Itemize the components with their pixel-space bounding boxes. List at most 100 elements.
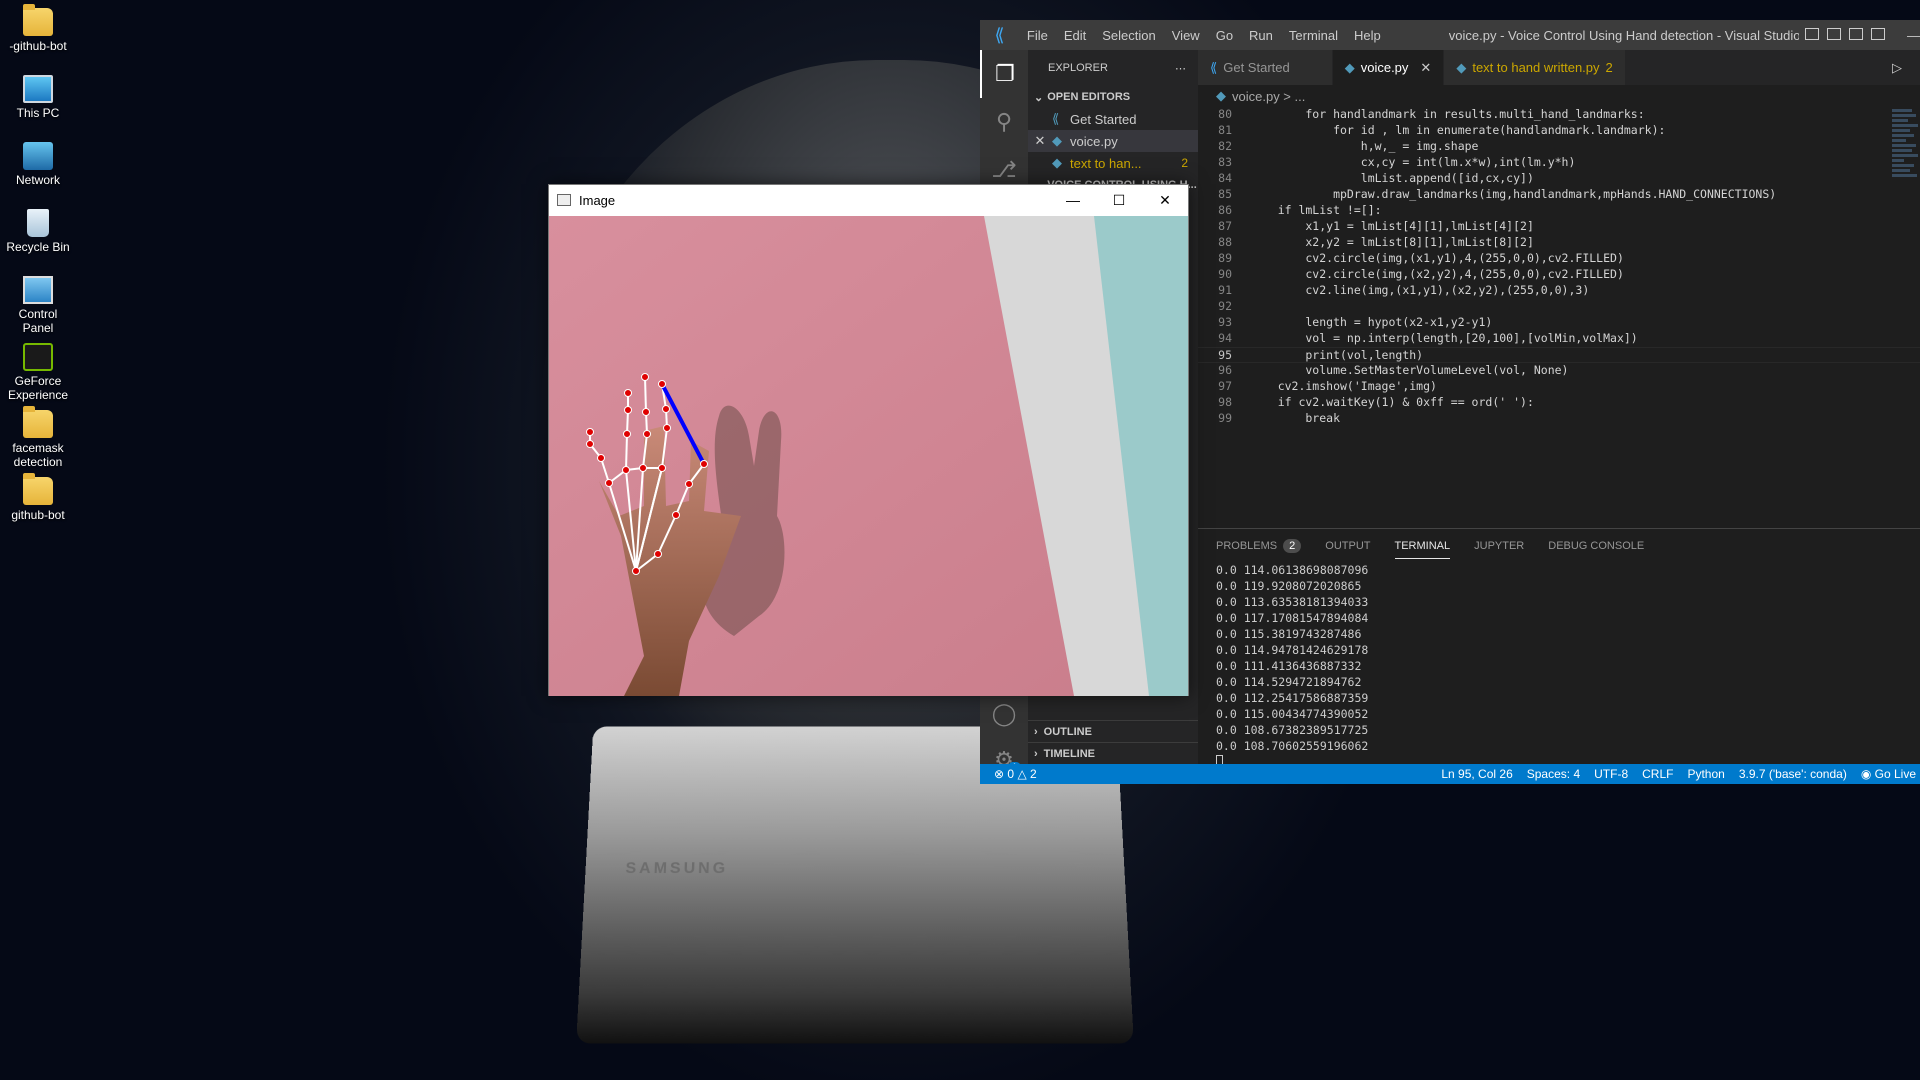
close-icon[interactable]: ✕	[1142, 192, 1188, 209]
code-line[interactable]: 94 vol = np.interp(length,[20,100],[volM…	[1198, 331, 1920, 347]
desktop-icon-github-bot[interactable]: github-bot	[2, 473, 74, 522]
code-line[interactable]: 97 cv2.imshow('Image',img)	[1198, 379, 1920, 395]
python-file-icon: ◆	[1456, 59, 1467, 75]
desktop-icon-control-panel[interactable]: Control Panel	[2, 276, 74, 335]
code-line[interactable]: 84 lmList.append([id,cx,cy])	[1198, 171, 1920, 187]
code-line[interactable]: 86 if lmList !=[]:	[1198, 203, 1920, 219]
code-line[interactable]: 80 for handlandmark in results.multi_han…	[1198, 107, 1920, 123]
desktop-icon-label: facemask detection	[12, 441, 64, 469]
menu-run[interactable]: Run	[1241, 28, 1281, 43]
hand-landmark-point	[624, 389, 632, 397]
desktop-icon-recycle-bin[interactable]: Recycle Bin	[2, 209, 74, 254]
tab-terminal[interactable]: TERMINAL	[1394, 540, 1451, 559]
python-interpreter[interactable]: 3.9.7 ('base': conda)	[1739, 767, 1847, 781]
close-icon[interactable]: ✕	[1420, 60, 1431, 76]
open-editors-section[interactable]: ⌄ OPEN EDITORS	[1028, 86, 1198, 108]
explorer-icon[interactable]: ❐	[980, 50, 1028, 98]
minimize-icon[interactable]: —	[1050, 192, 1096, 209]
toggle-panel-icon[interactable]	[1827, 27, 1841, 40]
tab-voice-py[interactable]: ◆ voice.py ✕	[1332, 50, 1445, 85]
menu-view[interactable]: View	[1164, 28, 1208, 43]
open-editor-text-to-hand[interactable]: ◆ text to han... 2	[1028, 152, 1198, 174]
more-actions-icon[interactable]: ⋯	[1175, 62, 1186, 75]
problems-status[interactable]: ⊗ 0 △ 2	[980, 767, 1037, 781]
go-live-button[interactable]: ◉ Go Live	[1861, 767, 1916, 781]
code-line[interactable]: 90 cv2.circle(img,(x2,y2),4,(255,0,0),cv…	[1198, 267, 1920, 283]
open-editor-get-started[interactable]: ⟪ Get Started	[1028, 108, 1198, 130]
search-icon[interactable]: ⚲	[980, 98, 1028, 146]
layout-controls: —	[1805, 27, 1920, 43]
close-icon[interactable]: ✕	[1028, 133, 1052, 149]
image-window-title: Image	[579, 192, 616, 208]
tab-jupyter[interactable]: JUPYTER	[1474, 540, 1524, 552]
code-line[interactable]: 91 cv2.line(img,(x1,y1),(x2,y2),(255,0,0…	[1198, 283, 1920, 299]
tab-get-started[interactable]: ⟪ Get Started	[1198, 50, 1333, 85]
hand-landmark-point	[643, 430, 651, 438]
minimize-icon[interactable]: —	[1907, 28, 1920, 43]
vscode-titlebar: ⟪ File Edit Selection View Go Run Termin…	[980, 20, 1920, 50]
code-line[interactable]: 89 cv2.circle(img,(x1,y1),4,(255,0,0),cv…	[1198, 251, 1920, 267]
open-editor-voice-py[interactable]: ✕ ◆ voice.py	[1028, 130, 1198, 152]
timeline-section[interactable]: › TIMELINE	[1028, 742, 1198, 764]
code-text: length = hypot(x2-x1,y2-y1)	[1250, 315, 1493, 329]
menu-selection[interactable]: Selection	[1094, 28, 1163, 43]
encoding[interactable]: UTF-8	[1594, 767, 1628, 781]
menu-go[interactable]: Go	[1208, 28, 1241, 43]
code-text: print(vol,length)	[1250, 348, 1424, 362]
maximize-icon[interactable]: ☐	[1096, 192, 1142, 209]
open-editor-label: Get Started	[1070, 111, 1137, 127]
code-line[interactable]: 85 mpDraw.draw_landmarks(img,handlandmar…	[1198, 187, 1920, 203]
run-icon[interactable]: ▷	[1892, 50, 1920, 85]
tab-output[interactable]: OUTPUT	[1325, 540, 1370, 552]
image-window-titlebar[interactable]: Image — ☐ ✕	[549, 185, 1188, 215]
hand-tracking-frame	[549, 216, 1188, 696]
breadcrumb-text[interactable]: voice.py > ...	[1232, 89, 1305, 104]
code-line[interactable]: 87 x1,y1 = lmList[4][1],lmList[4][2]	[1198, 219, 1920, 235]
code-line[interactable]: 81 for id , lm in enumerate(handlandmark…	[1198, 123, 1920, 139]
cursor-position[interactable]: Ln 95, Col 26	[1441, 767, 1512, 781]
code-line[interactable]: 96 volume.SetMasterVolumeLevel(vol, None…	[1198, 363, 1920, 379]
tab-problems[interactable]: PROBLEMS 2	[1216, 539, 1302, 553]
tab-debug-console[interactable]: DEBUG CONSOLE	[1548, 540, 1644, 552]
code-line[interactable]: 83 cx,cy = int(lm.x*w),int(lm.y*h)	[1198, 155, 1920, 171]
line-ending[interactable]: CRLF	[1642, 767, 1673, 781]
menu-help[interactable]: Help	[1346, 28, 1389, 43]
hand-landmark-point	[586, 428, 594, 436]
toggle-secondary-sidebar-icon[interactable]	[1849, 27, 1863, 40]
geforce-icon	[23, 343, 53, 371]
desktop-icon-geforce[interactable]: GeForce Experience	[2, 343, 74, 402]
code-line[interactable]: 99 break	[1198, 411, 1920, 427]
outline-section[interactable]: › OUTLINE	[1028, 720, 1198, 742]
code-line[interactable]: 92	[1198, 299, 1920, 315]
code-editor[interactable]: 80 for handlandmark in results.multi_han…	[1198, 107, 1920, 427]
code-text: volume.SetMasterVolumeLevel(vol, None)	[1250, 363, 1569, 377]
desktop-icon-label: -github-bot	[9, 39, 67, 53]
tab-label: Get Started	[1223, 60, 1290, 75]
desktop-icon-this-pc[interactable]: This PC	[2, 75, 74, 120]
menu-file[interactable]: File	[1019, 28, 1056, 43]
language-mode[interactable]: Python	[1687, 767, 1724, 781]
line-number: 98	[1218, 395, 1232, 409]
terminal-output[interactable]: 0.0 114.06138698087096 0.0 119.9208072020…	[1198, 563, 1920, 771]
desktop-icon-github-bot-dash[interactable]: -github-bot	[2, 4, 74, 53]
code-line[interactable]: 82 h,w,_ = img.shape	[1198, 139, 1920, 155]
tab-text-to-hand-written[interactable]: ◆ text to hand written.py 2	[1444, 50, 1626, 85]
menu-edit[interactable]: Edit	[1056, 28, 1094, 43]
menu-bar: File Edit Selection View Go Run Terminal…	[1019, 28, 1389, 43]
status-bar: ⊗ 0 △ 2 Ln 95, Col 26 Spaces: 4 UTF-8 CR…	[980, 764, 1920, 784]
toggle-sidebar-icon[interactable]	[1805, 27, 1819, 40]
customize-layout-icon[interactable]	[1871, 27, 1885, 40]
account-icon[interactable]: ◯	[980, 690, 1028, 738]
desktop-icon-facemask-detection[interactable]: facemask detection	[2, 406, 74, 469]
desktop-icon-network[interactable]: Network	[2, 142, 74, 187]
line-number: 87	[1218, 219, 1232, 233]
minimap[interactable]	[1892, 107, 1920, 257]
image-window[interactable]: Image — ☐ ✕	[548, 184, 1189, 696]
line-number: 84	[1218, 171, 1232, 185]
indentation[interactable]: Spaces: 4	[1527, 767, 1580, 781]
code-line[interactable]: 98 if cv2.waitKey(1) & 0xff == ord(' '):	[1198, 395, 1920, 411]
code-line[interactable]: 95 print(vol,length)	[1198, 347, 1920, 363]
code-line[interactable]: 93 length = hypot(x2-x1,y2-y1)	[1198, 315, 1920, 331]
menu-terminal[interactable]: Terminal	[1281, 28, 1346, 43]
code-line[interactable]: 88 x2,y2 = lmList[8][1],lmList[8][2]	[1198, 235, 1920, 251]
